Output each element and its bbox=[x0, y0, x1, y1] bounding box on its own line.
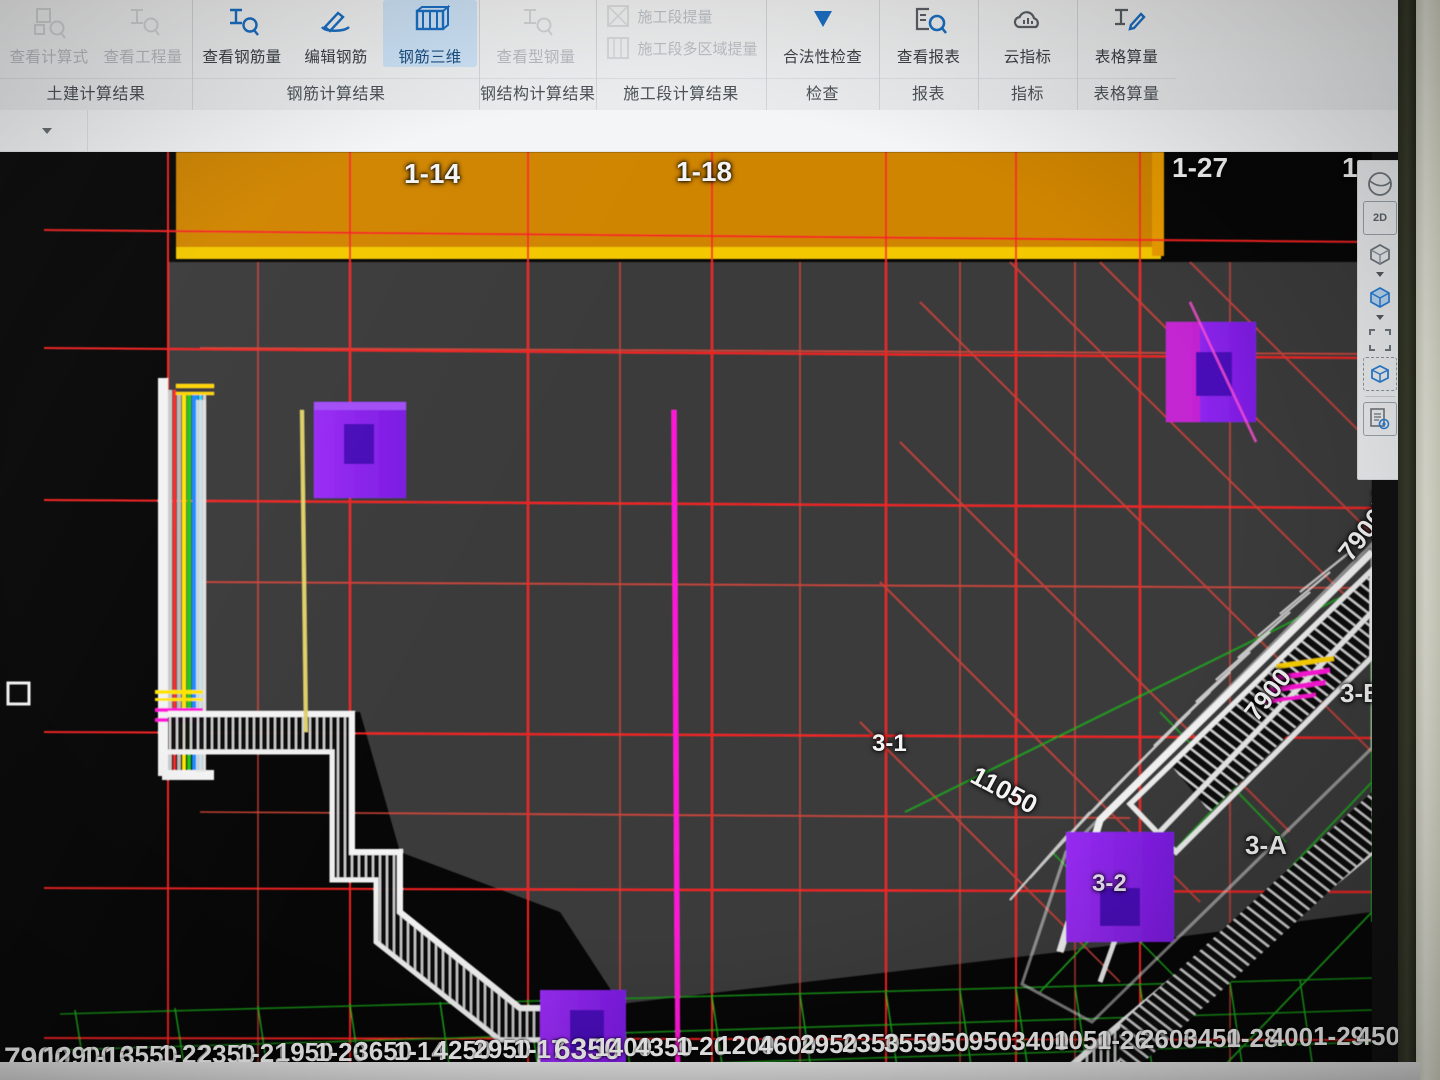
edit-rebar-label: 编辑钢筋 bbox=[304, 49, 368, 66]
ribbon-group-table-quantity: 表格算量 表格算量 bbox=[1076, 0, 1176, 110]
ribbon-group-caption-section: 施工段计算结果 bbox=[596, 78, 766, 110]
view-3d-dropdown-caret-icon[interactable] bbox=[1376, 272, 1384, 277]
view-formula-label: 查看计算式 bbox=[9, 49, 89, 66]
section-multizone-quantity-icon bbox=[606, 37, 629, 59]
view-tool-rail: 2D bbox=[1357, 160, 1403, 480]
ribbon-group-rebar-results: 查看钢筋量 编辑钢筋 钢筋三维 钢筋计算结果 bbox=[192, 0, 479, 110]
ribbon-group-caption-index: 指标 bbox=[978, 78, 1077, 110]
cloud-index-button[interactable]: 云指标 bbox=[981, 0, 1075, 67]
column-purple-b bbox=[1166, 322, 1256, 422]
view-3d-solid-cube-icon[interactable] bbox=[1363, 280, 1397, 314]
validity-check-button[interactable]: 合法性检查 bbox=[769, 0, 877, 67]
view-quantity-icon bbox=[123, 1, 163, 45]
view-rebar-quantity-icon bbox=[222, 1, 262, 45]
view-steel-quantity-label: 查看型钢量 bbox=[496, 49, 576, 66]
cloud-index-icon bbox=[1008, 1, 1048, 45]
validity-check-label: 合法性检查 bbox=[783, 49, 863, 66]
section-quantity-icon bbox=[606, 5, 629, 27]
orbit-sphere-icon[interactable] bbox=[1363, 167, 1397, 201]
view-formula-icon bbox=[29, 1, 69, 45]
rail-divider bbox=[1365, 396, 1395, 397]
edit-rebar-button[interactable]: 编辑钢筋 bbox=[289, 0, 383, 67]
table-quantity-icon bbox=[1107, 1, 1147, 45]
section-multizone-quantity-label: 施工段多区域提量 bbox=[637, 40, 758, 58]
ribbon-group-steel-results: 查看型钢量 钢结构计算结果 bbox=[479, 0, 596, 110]
viewport-3d-scene bbox=[0, 152, 1372, 1080]
edit-rebar-icon bbox=[316, 1, 356, 45]
column-purple-a bbox=[314, 402, 406, 498]
zoom-extents-icon[interactable] bbox=[1363, 323, 1397, 357]
rebar-3d-icon bbox=[410, 1, 450, 45]
view-formula-button[interactable]: 查看计算式 bbox=[2, 0, 96, 67]
ribbon-group-section-results: 施工段提量 施工段多区域提量 施工段计算结果 bbox=[595, 0, 766, 110]
viewport-3d[interactable]: 1-14 1-18 1-27 1 3-C 3-B 3-A 3-1 3-2 790… bbox=[0, 152, 1372, 1080]
view-cube-axis-icon[interactable] bbox=[1363, 357, 1397, 391]
cloud-index-label: 云指标 bbox=[1003, 49, 1052, 66]
view-rebar-quantity-button[interactable]: 查看钢筋量 bbox=[195, 0, 289, 67]
ribbon-group-caption-check: 检查 bbox=[766, 78, 879, 110]
ribbon-group-check: 合法性检查 检查 bbox=[765, 0, 879, 110]
ribbon-group-index: 云指标 指标 bbox=[977, 0, 1077, 110]
view-3d-cube-icon[interactable] bbox=[1363, 237, 1397, 271]
rebar-3d-label: 钢筋三维 bbox=[398, 49, 462, 66]
ribbon-group-caption-steel: 钢结构计算结果 bbox=[480, 78, 596, 110]
chevron-down-icon[interactable] bbox=[42, 128, 52, 134]
section-quantity-label: 施工段提量 bbox=[637, 8, 713, 26]
view-solid-dropdown-caret-icon[interactable] bbox=[1376, 315, 1384, 320]
view-report-label: 查看报表 bbox=[896, 49, 961, 66]
view-report-button[interactable]: 查看报表 bbox=[882, 0, 976, 67]
screen-bottom-edge bbox=[0, 1062, 1420, 1080]
background-wall bbox=[1416, 0, 1440, 1080]
ribbon-group-caption-report: 报表 bbox=[879, 78, 978, 110]
column-purple-c bbox=[1066, 832, 1174, 942]
validity-check-icon bbox=[803, 1, 843, 45]
table-quantity-button[interactable]: 表格算量 bbox=[1080, 0, 1174, 67]
view-quantity-button[interactable]: 查看工程量 bbox=[96, 0, 190, 67]
section-multizone-quantity-button[interactable]: 施工段多区域提量 bbox=[605, 35, 758, 61]
view-report-icon bbox=[909, 1, 949, 45]
view-rebar-quantity-label: 查看钢筋量 bbox=[202, 49, 282, 66]
rebar-3d-button[interactable]: 钢筋三维 bbox=[383, 0, 477, 67]
ribbon-group-caption-rebar: 钢筋计算结果 bbox=[193, 78, 479, 110]
ribbon-group-civil-results: 查看计算式 查看工程量 土建计算结果 bbox=[0, 0, 192, 110]
view-quantity-label: 查看工程量 bbox=[103, 49, 183, 66]
table-quantity-label: 表格算量 bbox=[1094, 49, 1159, 66]
view-steel-quantity-button[interactable]: 查看型钢量 bbox=[482, 0, 590, 67]
ribbon-toolbar: 查看计算式 查看工程量 土建计算结果 查看钢筋量 编辑钢筋 钢筋三维 钢筋计算结… bbox=[0, 0, 1411, 110]
view-2d-icon[interactable]: 2D bbox=[1363, 201, 1397, 235]
monitor-bezel bbox=[1398, 0, 1418, 1080]
section-quantity-button[interactable]: 施工段提量 bbox=[605, 3, 758, 29]
sub-toolbar-strip bbox=[0, 110, 1411, 152]
ribbon-group-caption-table: 表格算量 bbox=[1077, 78, 1176, 110]
report-eye-icon[interactable] bbox=[1363, 402, 1397, 436]
ribbon-group-caption-civil: 土建计算结果 bbox=[0, 78, 192, 110]
view-steel-quantity-icon bbox=[516, 1, 556, 45]
slab-top-edge bbox=[176, 247, 1161, 259]
ribbon-group-report: 查看报表 报表 bbox=[878, 0, 978, 110]
